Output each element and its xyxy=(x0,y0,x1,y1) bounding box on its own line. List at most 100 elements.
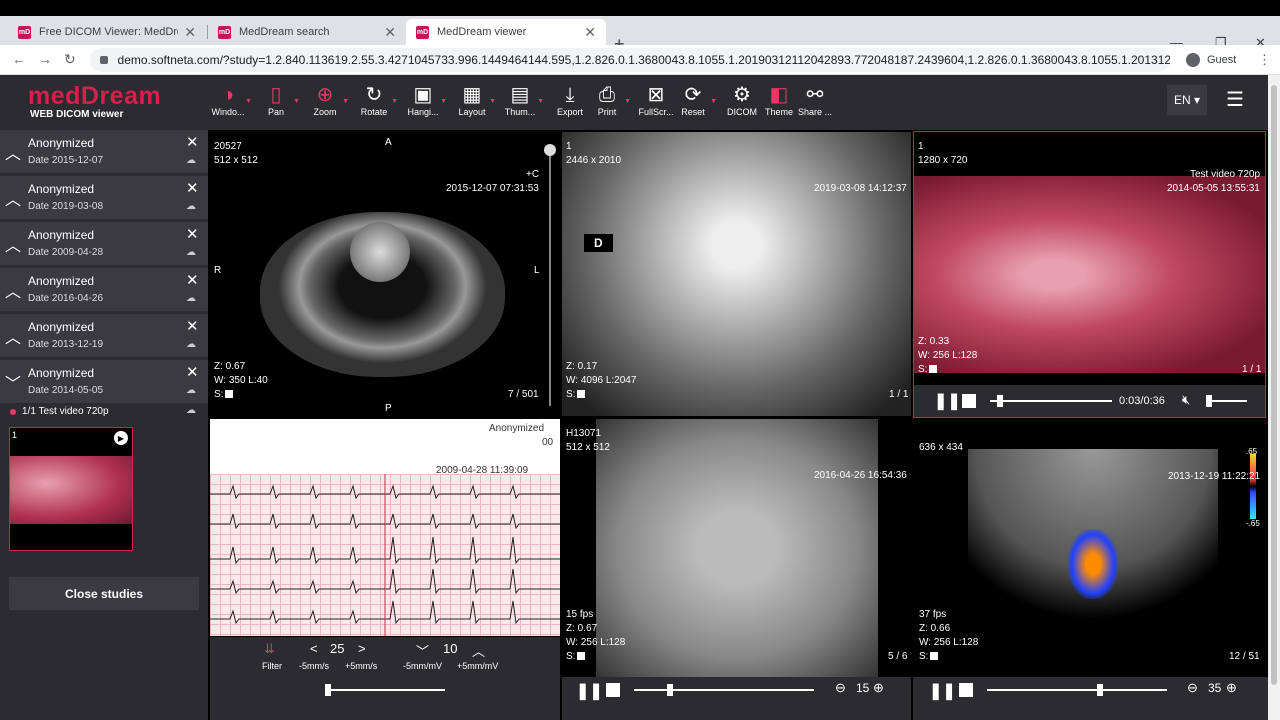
viewport-angio[interactable]: H13071 512 x 512 2016-04-26 16:54:36 15 … xyxy=(562,419,911,677)
play-icon[interactable]: ▶ xyxy=(114,431,128,445)
close-studies-button[interactable]: Close studies xyxy=(9,577,199,610)
plus-icon[interactable]: ⊕ xyxy=(873,680,884,696)
viewport-ecg[interactable]: Anonymized 00 2009-04-28 11:39:09 xyxy=(210,419,560,636)
tool-rotate[interactable]: ↻ Rotate ▼ xyxy=(352,83,398,117)
ecg-scroll-knob[interactable] xyxy=(325,684,331,696)
pause-icon[interactable]: ❚❚ xyxy=(929,681,956,701)
tool-window-level[interactable]: ◑ Windo... ▼ xyxy=(206,83,252,117)
language-select[interactable]: EN ▾ xyxy=(1167,85,1207,115)
speed-increase-button[interactable]: +5mm/s xyxy=(345,661,377,671)
tool-pan[interactable]: ▯ Pan ▼ xyxy=(254,83,300,117)
pause-icon[interactable]: ❚❚ xyxy=(934,391,961,411)
chevron-down-icon[interactable]: ﹀ xyxy=(416,641,429,660)
dropdown-icon[interactable]: ▼ xyxy=(440,98,447,105)
chevron-right-icon[interactable]: > xyxy=(358,641,366,656)
series-item[interactable]: 1/1 Test video 720p xyxy=(10,406,109,417)
back-icon[interactable]: ← xyxy=(12,51,26,67)
dropdown-icon[interactable]: ▼ xyxy=(293,98,300,105)
tool-print[interactable]: ⎙ Print ▼ xyxy=(585,83,631,117)
ct-sync[interactable]: S: xyxy=(214,388,234,402)
ct-slice-knob[interactable] xyxy=(544,144,556,156)
video-progress-knob[interactable] xyxy=(996,395,1003,407)
echo-progress-slider[interactable] xyxy=(987,689,1167,691)
chevron-up-icon[interactable]: ︿ xyxy=(472,641,485,660)
study-item[interactable]: ︿ Anonymized Date 2013-12-19 ✕ ☁ xyxy=(0,314,208,357)
scrollbar-thumb[interactable] xyxy=(1271,85,1277,685)
dropdown-icon[interactable]: ▼ xyxy=(710,98,717,105)
speed-decrease-button[interactable]: -5mm/s xyxy=(299,661,329,671)
series-thumbnail[interactable]: 1 ▶ xyxy=(9,427,133,551)
dropdown-icon[interactable]: ▼ xyxy=(489,98,496,105)
close-icon[interactable]: ✕ xyxy=(186,179,199,197)
close-icon[interactable]: ✕ xyxy=(384,24,396,41)
gain-increase-button[interactable]: +5mm/mV xyxy=(457,661,498,671)
filter-icon[interactable]: ⇊ xyxy=(264,641,275,657)
cloud-download-icon[interactable]: ☁ xyxy=(186,247,196,258)
settings-icon[interactable]: ☰ xyxy=(1226,87,1244,112)
angio-sync[interactable]: S: xyxy=(566,650,586,664)
xray-sync[interactable]: S: xyxy=(566,388,586,402)
close-icon[interactable]: ✕ xyxy=(584,24,596,41)
chevron-left-icon[interactable]: < xyxy=(310,641,318,656)
video-sync[interactable]: S: xyxy=(918,363,938,377)
dropdown-icon[interactable]: ▼ xyxy=(245,98,252,105)
echo-progress-knob[interactable] xyxy=(1097,684,1104,696)
tool-thumbnails[interactable]: ▤ Thum... ▼ xyxy=(498,83,544,117)
url-field[interactable]: demo.softneta.com/?study=1.2.840.113619.… xyxy=(90,48,1170,72)
forward-icon[interactable]: → xyxy=(38,51,52,67)
stop-icon[interactable] xyxy=(959,683,973,697)
chevron-up-icon[interactable]: ︿ xyxy=(5,232,21,256)
viewport-video[interactable]: 1 1280 x 720 Test video 720p 2014-05-05 … xyxy=(913,131,1266,418)
chevron-up-icon[interactable]: ︿ xyxy=(5,186,21,210)
checkbox-icon[interactable] xyxy=(225,390,234,399)
cloud-download-icon[interactable]: ☁ xyxy=(186,405,196,416)
checkbox-icon[interactable] xyxy=(929,365,938,374)
video-progress-slider[interactable] xyxy=(990,400,1112,402)
close-icon[interactable]: ✕ xyxy=(184,24,196,41)
chevron-up-icon[interactable]: ︿ xyxy=(5,278,21,302)
checkbox-icon[interactable] xyxy=(930,652,939,661)
browser-tab-2[interactable]: mD MedDream search ✕ xyxy=(208,19,406,45)
profile-button[interactable]: Guest xyxy=(1186,53,1236,67)
mute-icon[interactable]: 🔇︎ xyxy=(1182,392,1190,408)
page-scrollbar[interactable] xyxy=(1268,75,1280,720)
browser-menu-icon[interactable]: ⋮ xyxy=(1258,52,1271,68)
minus-icon[interactable]: ⊖ xyxy=(835,680,846,696)
minus-icon[interactable]: ⊖ xyxy=(1187,680,1198,696)
tool-share[interactable]: ⚯ Share ... xyxy=(793,83,837,117)
stop-icon[interactable] xyxy=(962,394,976,408)
dropdown-icon[interactable]: ▼ xyxy=(391,98,398,105)
filter-button[interactable]: Filter xyxy=(262,661,282,671)
chevron-up-icon[interactable]: ︿ xyxy=(5,324,21,348)
angio-progress-slider[interactable] xyxy=(634,689,814,691)
gain-decrease-button[interactable]: -5mm/mV xyxy=(403,661,442,671)
volume-slider[interactable] xyxy=(1207,400,1247,402)
dropdown-icon[interactable]: ▼ xyxy=(537,98,544,105)
dropdown-icon[interactable]: ▼ xyxy=(342,98,349,105)
volume-knob[interactable] xyxy=(1206,395,1212,407)
study-item-expanded[interactable]: ﹀ Anonymized Date 2014-05-05 ✕ ☁ xyxy=(0,360,208,403)
checkbox-icon[interactable] xyxy=(577,390,586,399)
study-item[interactable]: ︿ Anonymized Date 2016-04-26 ✕ ☁ xyxy=(0,268,208,311)
close-icon[interactable]: ✕ xyxy=(186,225,199,243)
chevron-down-icon[interactable]: ﹀ xyxy=(5,370,21,394)
cloud-download-icon[interactable]: ☁ xyxy=(186,385,196,396)
echo-sync[interactable]: S: xyxy=(919,650,939,664)
stop-icon[interactable] xyxy=(606,683,620,697)
tool-hanging-protocol[interactable]: ▣ Hangi... ▼ xyxy=(401,83,447,117)
close-icon[interactable]: ✕ xyxy=(186,363,199,381)
browser-tab-3[interactable]: mD MedDream viewer ✕ xyxy=(406,19,606,45)
study-item[interactable]: ︿ Anonymized Date 2019-03-08 ✕ ☁ xyxy=(0,176,208,219)
cloud-download-icon[interactable]: ☁ xyxy=(186,155,196,166)
study-item[interactable]: ︿ Anonymized Date 2015-12-07 ✕ ☁ xyxy=(0,130,208,173)
ct-slice-slider[interactable] xyxy=(549,152,551,406)
dropdown-icon[interactable]: ▼ xyxy=(624,98,631,105)
pause-icon[interactable]: ❚❚ xyxy=(576,681,603,701)
reload-icon[interactable]: ↻ xyxy=(64,51,76,68)
study-item[interactable]: ︿ Anonymized Date 2009-04-28 ✕ ☁ xyxy=(0,222,208,265)
cloud-download-icon[interactable]: ☁ xyxy=(186,339,196,350)
angio-progress-knob[interactable] xyxy=(667,684,673,696)
viewport-echo[interactable]: .65 -.65 636 x 434 2013-12-19 11:22:21 3… xyxy=(913,419,1266,677)
tool-reset[interactable]: ⟳ Reset ▼ xyxy=(671,83,717,117)
tool-zoom[interactable]: ⊕ Zoom ▼ xyxy=(303,83,349,117)
